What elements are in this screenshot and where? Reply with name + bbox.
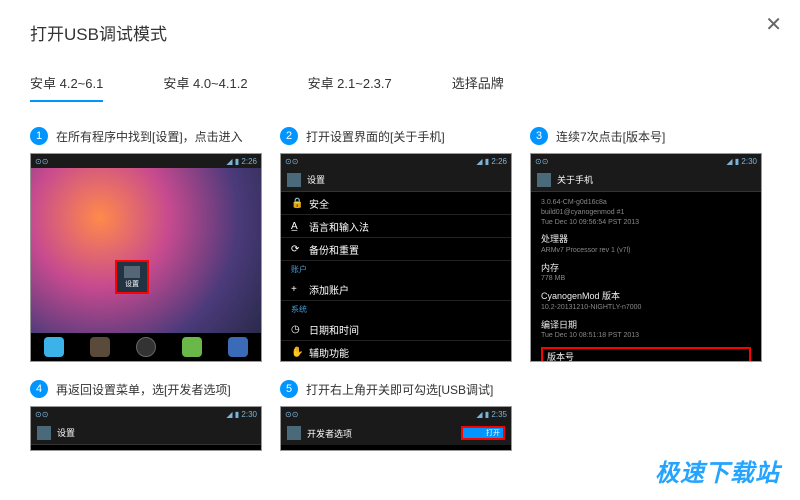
tab-android-21-237[interactable]: 安卓 2.1~2.3.7	[308, 65, 392, 102]
clock-icon: ◷	[291, 324, 301, 334]
tab-android-42-61[interactable]: 安卓 4.2~6.1	[30, 65, 103, 102]
step-text: 再返回设置菜单，选[开发者选项]	[56, 381, 231, 398]
step-2: 2 打开设置界面的[关于手机] ⊙⊙◢ ▮ 2:26 设置 🔒安全 A̲语言和输…	[280, 127, 512, 362]
step-text: 连续7次点击[版本号]	[556, 128, 665, 145]
list-item: ◷日期和时间	[281, 318, 511, 341]
build-number-item: 版本号cm_n7000-userdebug 4.3.1 JLS36I 01ad8…	[541, 347, 751, 362]
settings-icon	[37, 426, 51, 440]
language-icon: A̲	[291, 221, 301, 231]
phone-icon	[44, 337, 64, 357]
screenshot-settings-return: ⊙⊙◢ ▮ 2:30 设置 ⟳备份和重置	[30, 406, 262, 451]
dev-options-toggle: 打开	[461, 426, 505, 440]
add-icon: +	[291, 284, 301, 294]
list-item: ✋辅助功能	[281, 341, 511, 362]
close-icon[interactable]: ✕	[765, 12, 782, 37]
settings-app-icon: 设置	[115, 260, 149, 294]
settings-icon	[287, 426, 301, 440]
screenshot-home: ⊙⊙ ◢ ▮ 2:26 设置	[30, 153, 262, 362]
list-item: ⟳备份和重置	[281, 238, 511, 261]
list-item: ⟳备份和重置	[31, 445, 261, 451]
screenshot-dev-options: ⊙⊙◢ ▮ 2:35 开发者选项 打开 对 SD 卡进行读写保护	[280, 406, 512, 451]
step-number: 1	[30, 127, 48, 145]
screenshot-about: ⊙⊙◢ ▮ 2:30 关于手机 3.0.64-CM-g0d16c8abuild0…	[530, 153, 762, 362]
tab-bar: 安卓 4.2~6.1 安卓 4.0~4.1.2 安卓 2.1~2.3.7 选择品…	[30, 65, 770, 102]
step-text: 打开右上角开关即可勾选[USB调试]	[306, 381, 493, 398]
step-number: 2	[280, 127, 298, 145]
hand-icon: ✋	[291, 347, 301, 357]
backup-icon: ⟳	[291, 244, 301, 254]
list-item: 🔒安全	[281, 192, 511, 215]
section-header: 系统	[281, 301, 511, 318]
step-text: 打开设置界面的[关于手机]	[306, 128, 445, 145]
step-number: 4	[30, 380, 48, 398]
step-number: 5	[280, 380, 298, 398]
step-number: 3	[530, 127, 548, 145]
watermark: 极速下载站	[655, 453, 780, 488]
messaging-icon	[182, 337, 202, 357]
list-item: A̲语言和输入法	[281, 215, 511, 238]
step-5: 5 打开右上角开关即可勾选[USB调试] ⊙⊙◢ ▮ 2:35 开发者选项 打开…	[280, 380, 512, 451]
step-1: 1 在所有程序中找到[设置]，点击进入 ⊙⊙ ◢ ▮ 2:26 设置	[30, 127, 262, 362]
step-text: 在所有程序中找到[设置]，点击进入	[56, 128, 243, 145]
screenshot-settings: ⊙⊙◢ ▮ 2:26 设置 🔒安全 A̲语言和输入法 ⟳备份和重置 账户 +添加…	[280, 153, 512, 362]
dialog-title: 打开USB调试模式	[30, 20, 770, 45]
step-4: 4 再返回设置菜单，选[开发者选项] ⊙⊙◢ ▮ 2:30 设置 ⟳备份和重置	[30, 380, 262, 451]
list-item: 对 SD 卡进行读写保护	[281, 445, 511, 451]
battery-icon: ▮	[235, 157, 239, 166]
section-header: 账户	[281, 261, 511, 278]
step-3: 3 连续7次点击[版本号] ⊙⊙◢ ▮ 2:30 关于手机 3.0.64-CM-…	[530, 127, 762, 362]
contacts-icon	[90, 337, 110, 357]
lock-icon: 🔒	[291, 198, 301, 208]
app-drawer-icon	[136, 337, 156, 357]
signal-icon: ◢	[226, 157, 232, 166]
tab-android-40-412[interactable]: 安卓 4.0~4.1.2	[163, 65, 247, 102]
tab-select-brand[interactable]: 选择品牌	[452, 65, 504, 102]
settings-icon	[537, 173, 551, 187]
list-item: +添加账户	[281, 278, 511, 301]
robot-icon: ⊙⊙	[35, 157, 48, 166]
settings-icon	[287, 173, 301, 187]
browser-icon	[228, 337, 248, 357]
